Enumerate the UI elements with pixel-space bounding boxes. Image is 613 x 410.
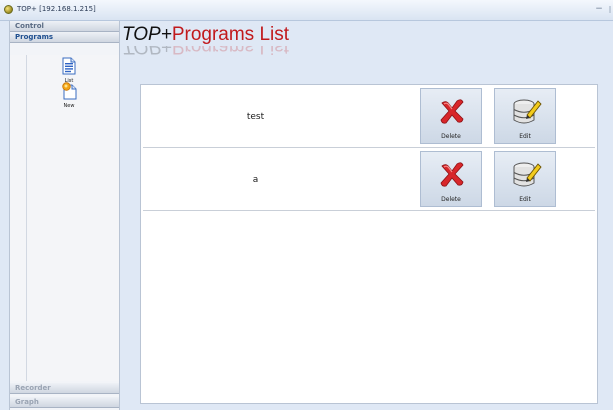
page-title-reflection: TOP+Programs List — [122, 46, 289, 57]
edit-button-label: Edit — [519, 196, 531, 203]
delete-button[interactable]: Delete — [420, 151, 482, 207]
new-document-icon — [62, 82, 77, 100]
sidebar-section-control[interactable]: Control — [10, 21, 119, 32]
document-list-icon — [62, 57, 76, 75]
sidebar-section-label: Control — [15, 22, 44, 30]
delete-icon — [440, 99, 464, 124]
edit-button-label: Edit — [519, 133, 531, 140]
minimize-button[interactable]: − — [594, 4, 604, 15]
page-title-reflection-main: Programs List — [171, 46, 290, 57]
database-edit-icon — [513, 99, 542, 124]
sidebar-section-graph[interactable]: Graph — [10, 397, 119, 408]
window-title: TOP+ [192.168.1.215] — [17, 5, 96, 13]
programs-list-panel: test Delete Edit a Delete Edit — [140, 84, 598, 404]
app-window: TOP+ [192.168.1.215] − Control Programs … — [0, 0, 613, 410]
page-title-reflection-prefix: TOP+ — [122, 46, 172, 57]
sidebar-section-label: Graph — [15, 398, 39, 406]
sidebar-item-label: New — [63, 103, 75, 109]
delete-icon — [440, 162, 464, 187]
program-name: test — [246, 111, 265, 122]
delete-button[interactable]: Delete — [420, 88, 482, 144]
page-title: TOP+Programs List — [122, 24, 289, 46]
sidebar: Control Programs List New Recorder Graph — [9, 21, 120, 410]
page-title-main: Programs List — [171, 24, 290, 45]
delete-button-label: Delete — [441, 196, 461, 203]
table-row: test Delete Edit — [143, 86, 595, 148]
program-name: a — [252, 174, 259, 185]
sidebar-section-label: Programs — [15, 33, 54, 41]
database-edit-icon — [513, 162, 542, 187]
window-edge-marker — [609, 6, 611, 13]
edit-button[interactable]: Edit — [494, 151, 556, 207]
sidebar-divider — [26, 55, 27, 381]
app-icon — [4, 5, 13, 14]
sidebar-section-programs[interactable]: Programs — [10, 32, 119, 43]
sidebar-section-recorder[interactable]: Recorder — [10, 383, 119, 394]
table-row: a Delete Edit — [143, 149, 595, 211]
title-bar: TOP+ [192.168.1.215] − — [0, 0, 613, 21]
page-title-prefix: TOP+ — [122, 24, 172, 45]
sidebar-section-label: Recorder — [15, 384, 51, 392]
sidebar-item-new[interactable]: New — [54, 82, 84, 112]
delete-button-label: Delete — [441, 133, 461, 140]
edit-button[interactable]: Edit — [494, 88, 556, 144]
